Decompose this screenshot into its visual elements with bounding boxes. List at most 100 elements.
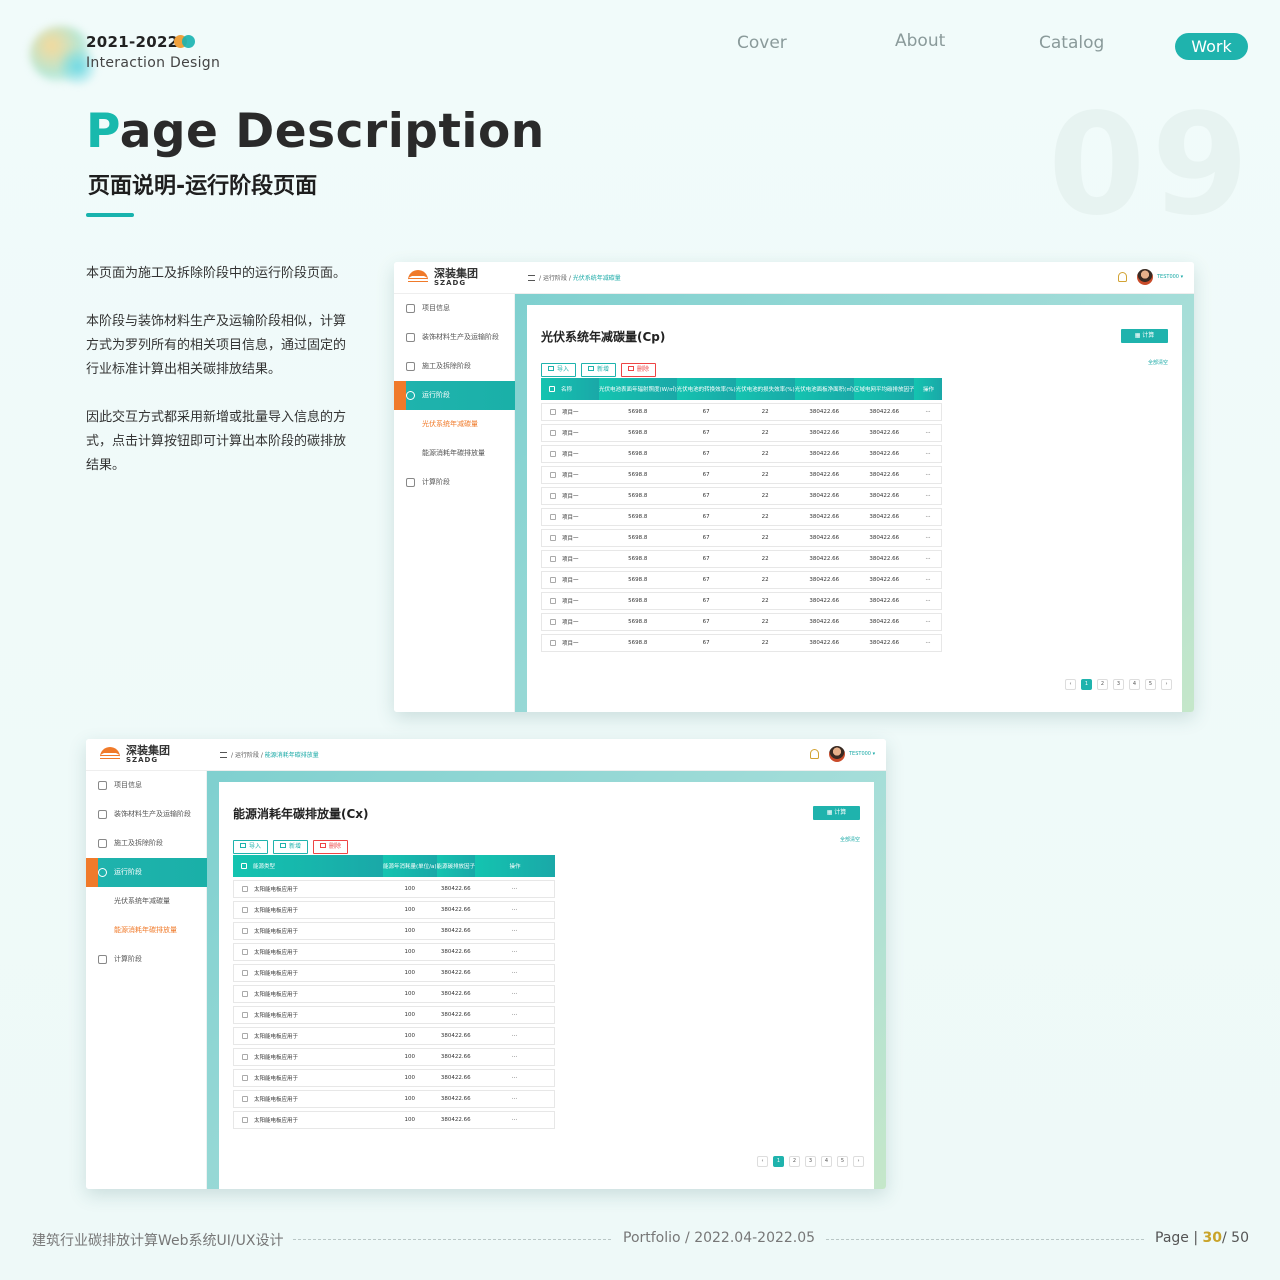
prev-page-button[interactable]: ‹ <box>1065 679 1076 690</box>
clear-all-link[interactable]: 全部清空 <box>1148 359 1168 366</box>
row-checkbox[interactable] <box>242 991 248 997</box>
page-button[interactable]: 4 <box>821 1156 832 1167</box>
page-button[interactable]: 1 <box>1081 679 1092 690</box>
row-actions[interactable]: ··· <box>475 922 556 940</box>
row-checkbox[interactable] <box>242 1054 248 1060</box>
row-checkbox[interactable] <box>550 514 556 520</box>
row-checkbox[interactable] <box>242 1075 248 1081</box>
row-checkbox[interactable] <box>550 535 556 541</box>
nav-work[interactable]: Work <box>1175 33 1248 60</box>
nav-catalog[interactable]: Catalog <box>1039 33 1104 53</box>
sidebar-item-energy[interactable]: 能源消耗年碳排放量 <box>86 916 207 945</box>
calculate-button[interactable]: ▦ 计算 <box>1121 329 1168 343</box>
user-menu[interactable]: TEST000 ▾ <box>1157 274 1183 280</box>
table-row[interactable]: 太阳能电板应用于 100 380422.66 ··· <box>233 880 556 898</box>
row-actions[interactable]: ··· <box>475 1111 556 1129</box>
row-actions[interactable]: ··· <box>914 508 943 526</box>
table-row[interactable]: 项目一 5698.8 67 22 380422.66 380422.66 ··· <box>541 424 943 442</box>
row-actions[interactable]: ··· <box>475 1027 556 1045</box>
page-button[interactable]: 3 <box>805 1156 816 1167</box>
clear-all-link[interactable]: 全部清空 <box>840 836 860 843</box>
table-row[interactable]: 太阳能电板应用于 100 380422.66 ··· <box>233 1069 556 1087</box>
table-row[interactable]: 项目一 5698.8 67 22 380422.66 380422.66 ··· <box>541 634 943 652</box>
row-actions[interactable]: ··· <box>914 592 943 610</box>
table-row[interactable]: 项目一 5698.8 67 22 380422.66 380422.66 ··· <box>541 403 943 421</box>
sidebar-item-calculation[interactable]: 计算阶段 <box>86 945 207 974</box>
sidebar-item-construction-stage[interactable]: 施工及拆除阶段 <box>394 352 515 381</box>
nav-about[interactable]: About <box>895 31 945 51</box>
table-row[interactable]: 太阳能电板应用于 100 380422.66 ··· <box>233 901 556 919</box>
page-button[interactable]: 2 <box>1097 679 1108 690</box>
table-row[interactable]: 项目一 5698.8 67 22 380422.66 380422.66 ··· <box>541 550 943 568</box>
row-checkbox[interactable] <box>242 970 248 976</box>
row-actions[interactable]: ··· <box>914 634 943 652</box>
row-checkbox[interactable] <box>550 556 556 562</box>
row-checkbox[interactable] <box>242 928 248 934</box>
sidebar-item-project-info[interactable]: 项目信息 <box>86 771 207 800</box>
table-row[interactable]: 项目一 5698.8 67 22 380422.66 380422.66 ··· <box>541 529 943 547</box>
row-checkbox[interactable] <box>550 619 556 625</box>
table-row[interactable]: 项目一 5698.8 67 22 380422.66 380422.66 ··· <box>541 571 943 589</box>
row-actions[interactable]: ··· <box>914 424 943 442</box>
row-actions[interactable]: ··· <box>475 1048 556 1066</box>
row-checkbox[interactable] <box>550 493 556 499</box>
sidebar-item-material-stage[interactable]: 装饰材料生产及运输阶段 <box>394 323 515 352</box>
breadcrumb-parent[interactable]: 运行阶段 <box>235 752 259 759</box>
table-row[interactable]: 太阳能电板应用于 100 380422.66 ··· <box>233 985 556 1003</box>
row-actions[interactable]: ··· <box>914 613 943 631</box>
avatar[interactable] <box>1137 269 1153 285</box>
sidebar-item-calculation[interactable]: 计算阶段 <box>394 468 515 497</box>
sidebar-item-energy[interactable]: 能源消耗年碳排放量 <box>394 439 515 468</box>
next-page-button[interactable]: › <box>853 1156 864 1167</box>
prev-page-button[interactable]: ‹ <box>757 1156 768 1167</box>
row-checkbox[interactable] <box>550 451 556 457</box>
row-actions[interactable]: ··· <box>914 403 943 421</box>
table-row[interactable]: 太阳能电板应用于 100 380422.66 ··· <box>233 922 556 940</box>
row-checkbox[interactable] <box>550 577 556 583</box>
row-actions[interactable]: ··· <box>475 1069 556 1087</box>
bell-icon[interactable] <box>1118 272 1127 282</box>
sidebar-item-operation-stage[interactable]: 运行阶段 <box>86 858 207 887</box>
avatar[interactable] <box>829 746 845 762</box>
select-all-checkbox[interactable] <box>241 863 247 869</box>
sidebar-item-material-stage[interactable]: 装饰材料生产及运输阶段 <box>86 800 207 829</box>
table-row[interactable]: 项目一 5698.8 67 22 380422.66 380422.66 ··· <box>541 508 943 526</box>
row-actions[interactable]: ··· <box>914 466 943 484</box>
bell-icon[interactable] <box>810 749 819 759</box>
row-checkbox[interactable] <box>242 1033 248 1039</box>
table-row[interactable]: 太阳能电板应用于 100 380422.66 ··· <box>233 1090 556 1108</box>
row-checkbox[interactable] <box>242 1012 248 1018</box>
table-row[interactable]: 项目一 5698.8 67 22 380422.66 380422.66 ··· <box>541 613 943 631</box>
row-checkbox[interactable] <box>550 598 556 604</box>
row-actions[interactable]: ··· <box>914 445 943 463</box>
table-row[interactable]: 太阳能电板应用于 100 380422.66 ··· <box>233 1006 556 1024</box>
table-row[interactable]: 太阳能电板应用于 100 380422.66 ··· <box>233 1027 556 1045</box>
select-all-checkbox[interactable] <box>549 386 555 392</box>
calculate-button[interactable]: ▦ 计算 <box>813 806 860 820</box>
row-checkbox[interactable] <box>550 409 556 415</box>
row-checkbox[interactable] <box>550 430 556 436</box>
table-row[interactable]: 太阳能电板应用于 100 380422.66 ··· <box>233 943 556 961</box>
next-page-button[interactable]: › <box>1161 679 1172 690</box>
row-checkbox[interactable] <box>550 640 556 646</box>
table-row[interactable]: 项目一 5698.8 67 22 380422.66 380422.66 ··· <box>541 487 943 505</box>
table-row[interactable]: 项目一 5698.8 67 22 380422.66 380422.66 ··· <box>541 592 943 610</box>
nav-cover[interactable]: Cover <box>737 33 787 53</box>
row-checkbox[interactable] <box>550 472 556 478</box>
row-checkbox[interactable] <box>242 949 248 955</box>
menu-icon[interactable] <box>528 275 535 281</box>
sidebar-item-construction-stage[interactable]: 施工及拆除阶段 <box>86 829 207 858</box>
sidebar-item-photovoltaic[interactable]: 光伏系统年减碳量 <box>86 887 207 916</box>
sidebar-item-project-info[interactable]: 项目信息 <box>394 294 515 323</box>
row-actions[interactable]: ··· <box>914 529 943 547</box>
sidebar-item-operation-stage[interactable]: 运行阶段 <box>394 381 515 410</box>
row-actions[interactable]: ··· <box>475 943 556 961</box>
page-button[interactable]: 4 <box>1129 679 1140 690</box>
table-row[interactable]: 太阳能电板应用于 100 380422.66 ··· <box>233 964 556 982</box>
sidebar-item-photovoltaic[interactable]: 光伏系统年减碳量 <box>394 410 515 439</box>
row-actions[interactable]: ··· <box>475 880 556 898</box>
row-actions[interactable]: ··· <box>914 550 943 568</box>
table-row[interactable]: 项目一 5698.8 67 22 380422.66 380422.66 ··· <box>541 466 943 484</box>
page-button[interactable]: 2 <box>789 1156 800 1167</box>
table-row[interactable]: 太阳能电板应用于 100 380422.66 ··· <box>233 1111 556 1129</box>
